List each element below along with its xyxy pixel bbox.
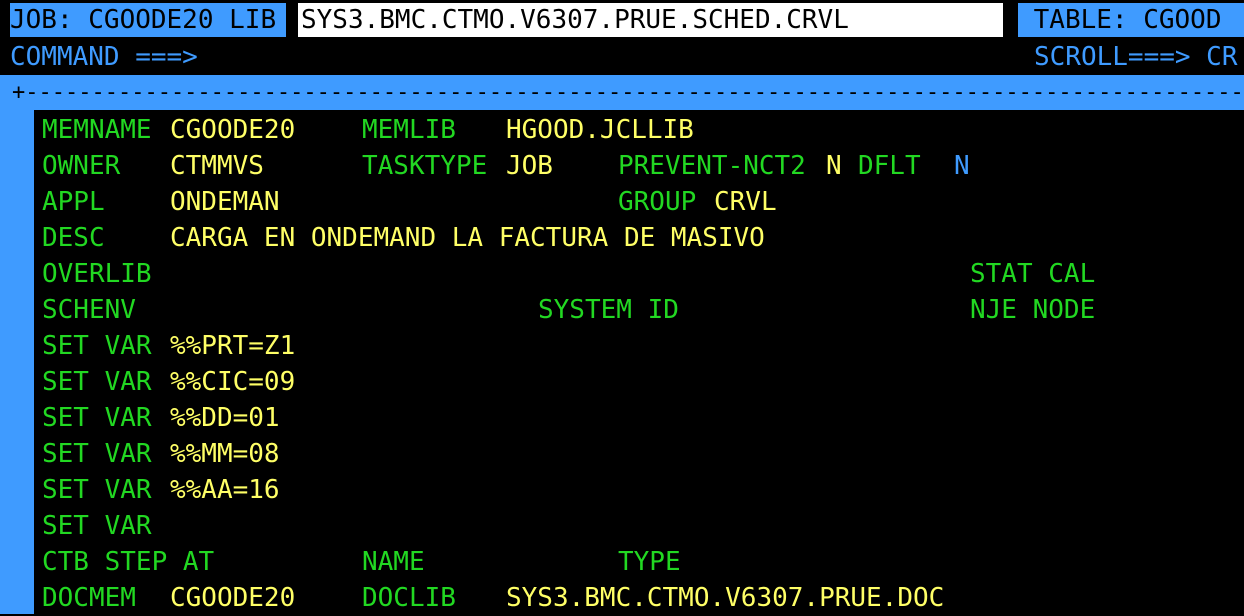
setvar-row: SET VAR %%DD=01 xyxy=(0,400,1244,436)
lib-input[interactable]: SYS3.BMC.CTMO.V6307.PRUE.SCHED.CRVL xyxy=(298,3,1003,37)
owner-field[interactable]: CTMMVS xyxy=(170,148,264,184)
desc-field[interactable]: CARGA EN ONDEMAND LA FACTURA DE MASIVO xyxy=(170,220,765,256)
frame-dash-line: +---------------------------------------… xyxy=(12,80,1244,105)
setvar-row: SET VAR %%MM=08 xyxy=(0,436,1244,472)
setvar-row: SET VAR xyxy=(0,508,1244,544)
overlib-label: OVERLIB xyxy=(42,259,152,289)
ctb-row: CTB STEP AT NAME TYPE xyxy=(0,544,1244,580)
schenv-row: SCHENV SYSTEM ID NJE NODE xyxy=(0,292,1244,328)
dflt-value: N xyxy=(954,151,970,181)
dflt-label: DFLT xyxy=(858,151,921,181)
systemid-label: SYSTEM ID xyxy=(538,295,679,325)
memname-row: MEMNAME CGOODE20 MEMLIB HGOOD.JCLLIB xyxy=(0,112,1244,148)
memlib-label: MEMLIB xyxy=(362,115,456,145)
scroll-label[interactable]: SCROLL===> CR xyxy=(1034,39,1238,75)
appl-row: APPL ONDEMAN GROUP CRVL xyxy=(0,184,1244,220)
setvar-field[interactable]: %%DD=01 xyxy=(170,400,280,436)
docmem-field[interactable]: CGOODE20 xyxy=(170,580,295,616)
njenode-label: NJE NODE xyxy=(970,295,1096,325)
setvar-row: SET VAR %%PRT=Z1 xyxy=(0,328,1244,364)
desc-row: DESC CARGA EN ONDEMAND LA FACTURA DE MAS… xyxy=(0,220,1244,256)
prevent-label: PREVENT-NCT2 xyxy=(618,151,806,181)
prevent-field[interactable]: N xyxy=(826,148,842,184)
setvar-label: SET VAR xyxy=(42,439,152,469)
setvar-row: SET VAR %%AA=16 xyxy=(0,472,1244,508)
setvar-field[interactable]: %%AA=16 xyxy=(170,472,280,508)
name-label: NAME xyxy=(362,547,425,577)
docmem-row: DOCMEM CGOODE20 DOCLIB SYS3.BMC.CTMO.V63… xyxy=(0,580,1244,616)
job-lib-label: JOB: CGOODE20 LIB xyxy=(10,3,286,37)
memname-label: MEMNAME xyxy=(42,115,152,145)
command-label: COMMAND ===> xyxy=(10,42,198,72)
tasktype-label: TASKTYPE xyxy=(362,151,488,181)
setvar-label: SET VAR xyxy=(42,367,152,397)
group-label: GROUP xyxy=(618,187,697,217)
setvar-row: SET VAR %%CIC=09 xyxy=(0,364,1244,400)
appl-label: APPL xyxy=(42,187,105,217)
owner-label: OWNER xyxy=(42,151,121,181)
setvar-label: SET VAR xyxy=(42,403,152,433)
type-label: TYPE xyxy=(618,547,681,577)
statcal-label: STAT CAL xyxy=(970,259,1096,289)
tasktype-field[interactable]: JOB xyxy=(506,148,553,184)
table-label: TABLE: CGOOD xyxy=(1018,3,1244,37)
setvar-label: SET VAR xyxy=(42,475,152,505)
frame-pipe xyxy=(14,116,22,146)
memname-field[interactable]: CGOODE20 xyxy=(170,112,295,148)
owner-row: OWNER CTMMVS TASKTYPE JOB PREVENT-NCT2 N… xyxy=(0,148,1244,184)
doclib-label: DOCLIB xyxy=(362,583,456,613)
overlib-row: OVERLIB STAT CAL xyxy=(0,256,1244,292)
schenv-label: SCHENV xyxy=(42,295,136,325)
memlib-field[interactable]: HGOOD.JCLLIB xyxy=(506,112,694,148)
appl-field[interactable]: ONDEMAN xyxy=(170,184,280,220)
setvar-label: SET VAR xyxy=(42,511,152,541)
doclib-field[interactable]: SYS3.BMC.CTMO.V6307.PRUE.DOC xyxy=(506,580,944,616)
setvar-field[interactable]: %%MM=08 xyxy=(170,436,280,472)
setvar-field[interactable]: %%PRT=Z1 xyxy=(170,328,295,364)
setvar-label: SET VAR xyxy=(42,331,152,361)
setvar-field[interactable]: %%CIC=09 xyxy=(170,364,295,400)
group-field[interactable]: CRVL xyxy=(714,184,777,220)
desc-label: DESC xyxy=(42,223,105,253)
docmem-label: DOCMEM xyxy=(42,583,136,613)
ctb-label: CTB STEP AT xyxy=(42,547,215,577)
